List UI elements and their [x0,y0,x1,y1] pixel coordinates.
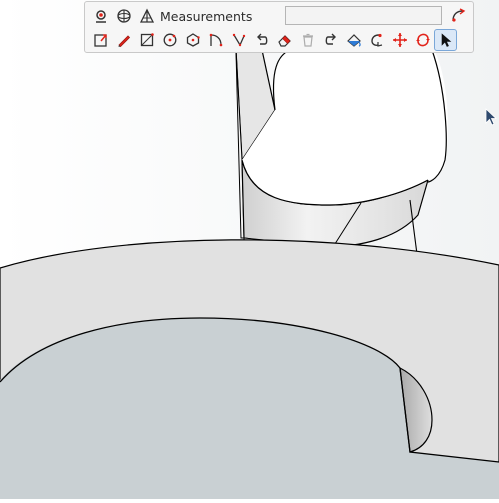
pencil-icon[interactable] [112,29,135,51]
measurements-label: Measurements [160,8,253,24]
toolbar-row-1: Measurements [89,4,252,28]
measurements-input[interactable] [285,6,442,25]
cursor-arrow-icon [485,108,497,126]
follow-me-icon[interactable] [365,29,388,51]
circle-icon[interactable] [158,29,181,51]
model-scene[interactable] [0,0,499,500]
rectangle-icon[interactable] [135,29,158,51]
select-parent-icon[interactable] [89,5,112,27]
rectangle-push-icon[interactable] [89,29,112,51]
redo-icon[interactable] [319,29,342,51]
select-arrow-icon[interactable] [434,29,457,51]
model-viewport[interactable] [0,0,499,500]
trash-icon[interactable] [296,29,319,51]
main-toolbar: Measurements [84,1,474,53]
toolbar-row-2 [89,28,457,52]
polygon-icon[interactable] [181,29,204,51]
orbit-icon[interactable] [112,5,135,27]
measure-tool-icon[interactable] [446,5,469,27]
freehand-arc-icon[interactable] [227,29,250,51]
arc-icon[interactable] [204,29,227,51]
paint-bucket-icon[interactable] [342,29,365,51]
undo-icon[interactable] [250,29,273,51]
move-icon[interactable] [388,29,411,51]
eraser-icon[interactable] [273,29,296,51]
rotate-icon[interactable] [411,29,434,51]
measurements-icon [135,5,158,27]
